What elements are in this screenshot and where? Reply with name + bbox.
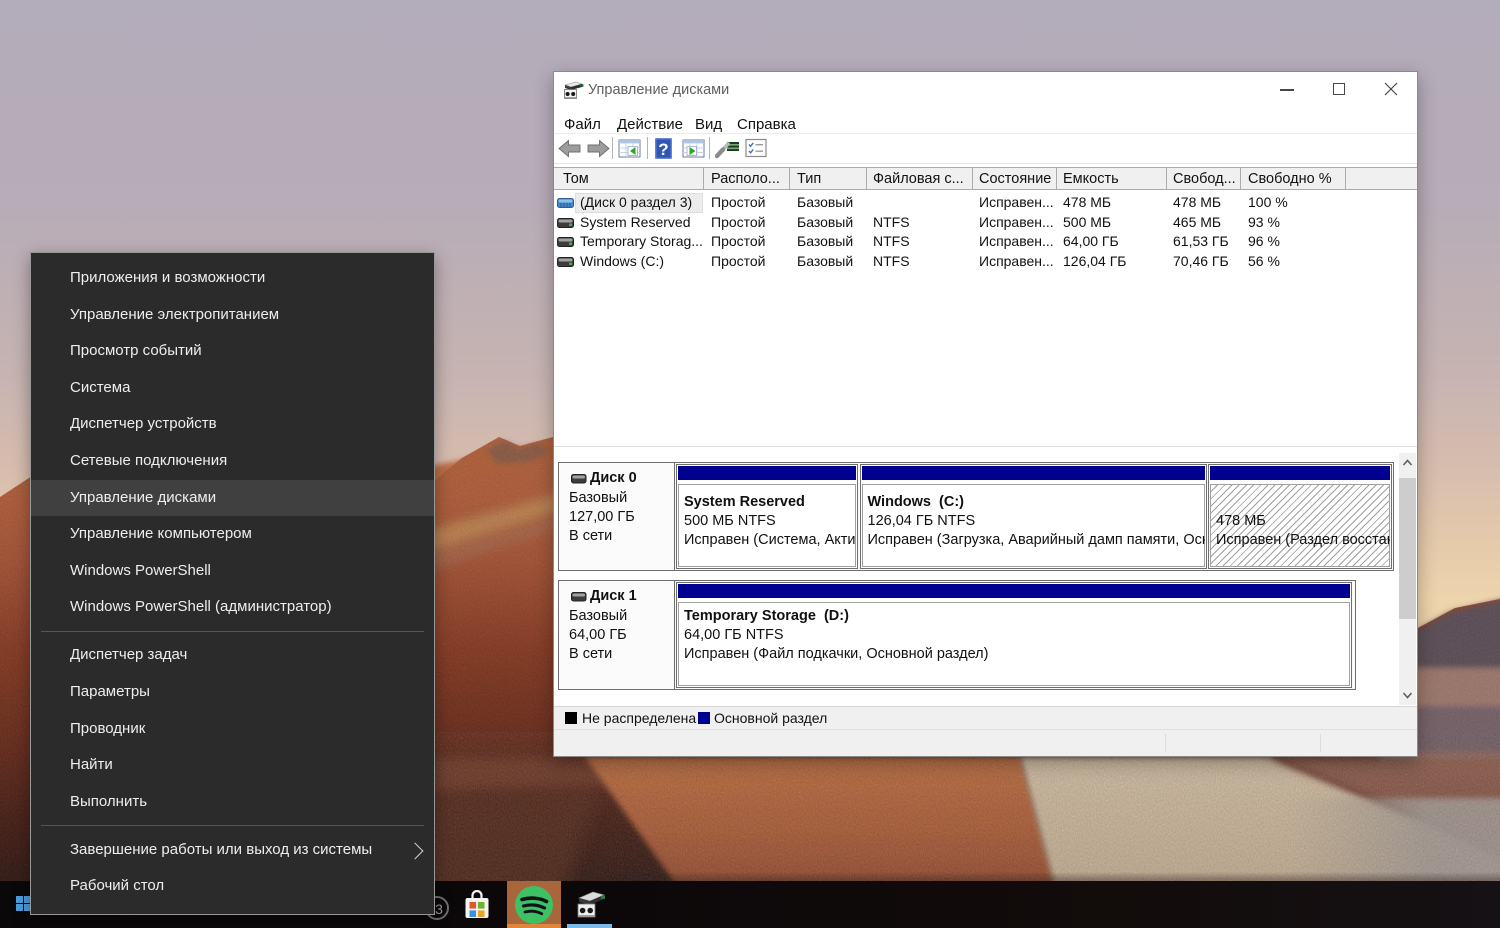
svg-text:3: 3	[435, 901, 443, 917]
svg-text:?: ?	[658, 140, 668, 159]
